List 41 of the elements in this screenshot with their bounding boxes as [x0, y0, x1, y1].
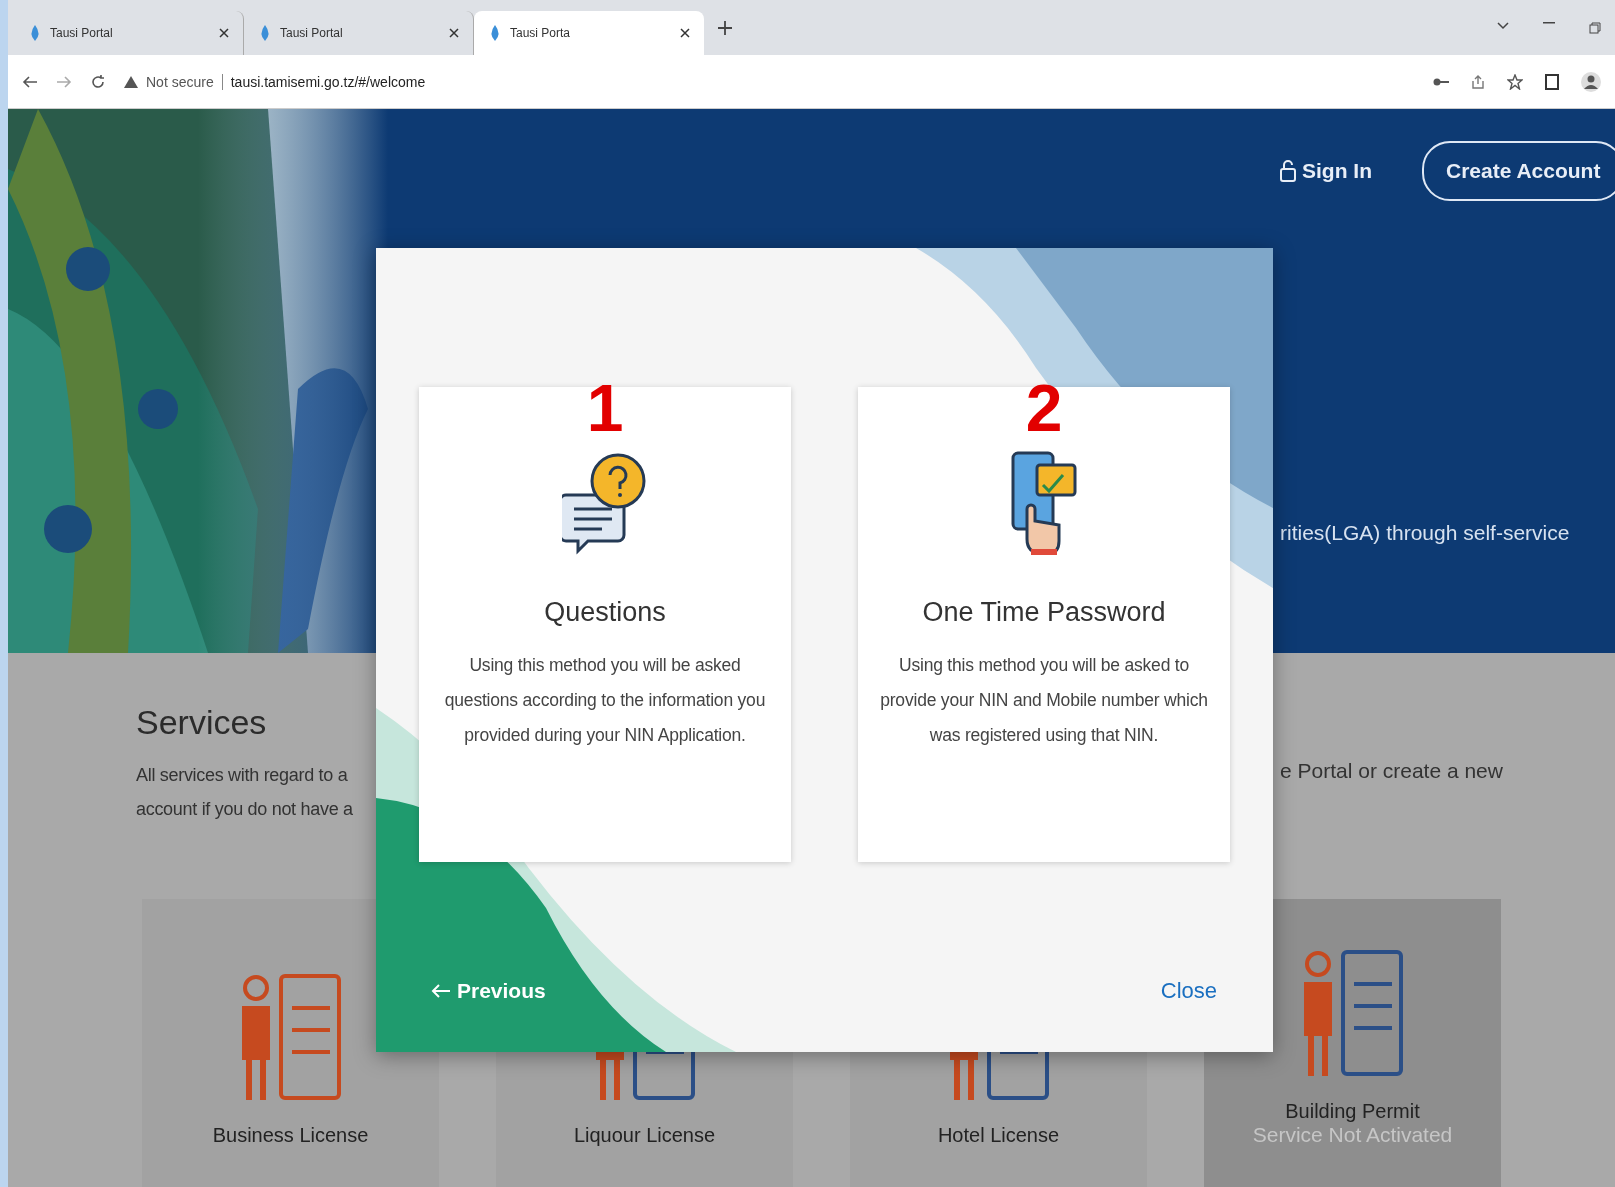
- profile-icon[interactable]: [1581, 71, 1601, 92]
- method-title: One Time Password: [922, 597, 1166, 628]
- services-text: All services with regard to a: [136, 764, 349, 787]
- phone-hand-icon: [1009, 449, 1079, 557]
- service-label: Building Permit: [1285, 1100, 1420, 1123]
- close-icon[interactable]: [680, 28, 690, 38]
- service-label: Business License: [212, 1124, 369, 1147]
- method-title: Questions: [544, 597, 666, 628]
- method-description: Using this method you will be asked to provide your NIN and Mobile number which was registered using that NIN.: [879, 654, 1209, 747]
- services-text: account if you do not have a: [136, 798, 353, 821]
- method-card[interactable]: 1 Questions Using this method you will be asked questions according to the information you provided during your NIN Application.: [419, 387, 791, 862]
- service-label: Liquour License: [573, 1124, 716, 1147]
- services-text: e Portal or create a new: [1280, 759, 1504, 784]
- sign-in-link[interactable]: Sign In: [1280, 159, 1372, 183]
- service-label: Hotel License: [937, 1124, 1060, 1147]
- create-account-button[interactable]: Create Account: [1422, 141, 1615, 201]
- close-icon[interactable]: [449, 28, 459, 38]
- method-description: Using this method you will be asked questions according to the information you provided during your NIN Application.: [443, 654, 767, 747]
- tab-title: Tausi Portal: [280, 26, 344, 40]
- share-icon[interactable]: [1471, 74, 1485, 89]
- arrow-left-icon: [431, 983, 451, 999]
- status-text: Service Not Activated: [1252, 1123, 1453, 1147]
- back-icon[interactable]: [22, 74, 38, 89]
- tagline-text: rities(LGA) through self-service: [1280, 521, 1571, 545]
- minimize-icon[interactable]: [1543, 21, 1555, 24]
- security-label: Not secure: [146, 73, 223, 90]
- services-heading: Services: [136, 703, 268, 742]
- tab-title: Tausi Porta: [510, 26, 572, 40]
- restore-icon[interactable]: [1589, 21, 1601, 34]
- key-icon[interactable]: [1433, 76, 1449, 87]
- url-text[interactable]: tausi.tamisemi.go.tz/#/welcome: [230, 73, 426, 90]
- sidebar-icon[interactable]: [1545, 73, 1559, 90]
- lock-icon: [1280, 160, 1296, 182]
- browser-tab[interactable]: Tausi Porta: [474, 11, 704, 55]
- tab-title: Tausi Portal: [50, 26, 114, 40]
- chevron-down-icon[interactable]: [1497, 21, 1509, 30]
- star-icon[interactable]: [1507, 73, 1523, 90]
- close-icon[interactable]: [219, 28, 229, 38]
- reload-icon[interactable]: [90, 73, 106, 90]
- warning-icon: [124, 75, 138, 88]
- new-tab-icon[interactable]: [718, 20, 732, 35]
